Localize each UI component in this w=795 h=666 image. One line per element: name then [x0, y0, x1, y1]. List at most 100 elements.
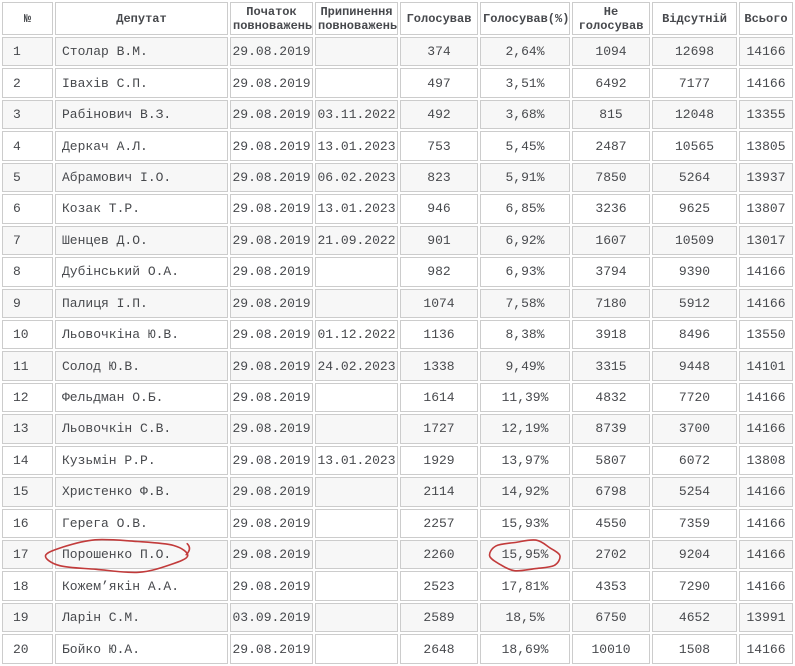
table-row: 20 Бойко Ю.А. 29.08.2019 2648 18,69% 10010 150…	[2, 634, 793, 664]
cell-total: 14166	[739, 257, 793, 287]
cell-end: 13.01.2023	[315, 445, 398, 476]
cell-total: 13550	[739, 319, 793, 350]
cell-num: 3	[2, 99, 53, 130]
cell-voted: 497	[400, 68, 478, 98]
cell-text: 497	[427, 75, 451, 91]
cell-num: 8	[2, 257, 53, 287]
cell-not_voted: 4550	[572, 508, 650, 538]
cell-text: Дубінський О.А.	[62, 264, 180, 280]
table-header-row: № Депутат Початок повноважень Припинення по…	[2, 2, 793, 35]
cell-total: 13991	[739, 602, 793, 633]
cell-total: 14166	[739, 508, 793, 538]
cell-text: Льовочкін С.В.	[62, 421, 172, 437]
cell-deputy: Івахів С.П.	[55, 68, 228, 98]
cell-total: 14101	[739, 351, 793, 381]
cell-end: 13.01.2023	[315, 131, 398, 161]
cell-total: 14166	[739, 37, 793, 67]
cell-text: 29.08.2019	[232, 578, 311, 594]
cell-text: 12698	[674, 44, 714, 60]
cell-text: 7	[13, 232, 21, 248]
cell-text: 1727	[423, 421, 455, 437]
cell-text: 2523	[423, 578, 455, 594]
table-row: 17 Порошенко П.О. 29.08.2019 2260 15,95% 2702…	[2, 540, 793, 570]
table-row: 16 Герега О.В. 29.08.2019 2257 15,93% 4550 735…	[2, 508, 793, 538]
cell-not_voted: 2702	[572, 540, 650, 570]
cell-text: 29.08.2019	[232, 44, 311, 60]
cell-text: Кожем’якін А.А.	[62, 578, 180, 594]
cell-text: 5912	[678, 295, 711, 311]
cell-total: 13808	[739, 445, 793, 476]
cell-text: 3	[13, 107, 21, 123]
cell-text: 03.11.2022	[317, 107, 396, 123]
cell-text: 6492	[595, 75, 627, 91]
cell-num: 6	[2, 194, 53, 224]
cell-text: 14101	[746, 358, 786, 374]
cell-text: 15	[13, 484, 29, 500]
cell-text: 14166	[746, 578, 786, 594]
cell-text: Солод Ю.В.	[62, 358, 141, 374]
cell-text: 13550	[746, 327, 786, 343]
cell-absent: 10565	[652, 131, 737, 161]
cell-text: 2,64%	[505, 44, 545, 60]
cell-text: 9390	[678, 264, 711, 280]
cell-not_voted: 5807	[572, 445, 650, 476]
cell-text: 13017	[746, 232, 786, 248]
cell-voted: 753	[400, 131, 478, 161]
cell-text: 374	[427, 44, 451, 60]
cell-text: 6750	[595, 610, 627, 626]
cell-start: 29.08.2019	[230, 351, 313, 381]
cell-text: 982	[427, 264, 451, 280]
cell-text: 13807	[746, 201, 786, 217]
cell-text: 14166	[746, 547, 786, 563]
table-row: 3 Рабінович В.З. 29.08.2019 03.11.2022 492 3,…	[2, 99, 793, 130]
table-row: 15 Христенко Ф.В. 29.08.2019 2114 14,92% 6798…	[2, 477, 793, 507]
cell-voted_pct: 15,93%	[480, 508, 570, 538]
cell-absent: 7177	[652, 68, 737, 98]
cell-text: 2487	[595, 138, 627, 154]
cell-not_voted: 3918	[572, 319, 650, 350]
cell-voted_pct: 3,68%	[480, 99, 570, 130]
cell-text: 4	[13, 138, 21, 154]
cell-text: 12048	[674, 107, 714, 123]
cell-not_voted: 3794	[572, 257, 650, 287]
cell-text: 2702	[595, 547, 627, 563]
cell-text: 946	[427, 201, 451, 217]
cell-text: 1094	[595, 44, 627, 60]
cell-end	[315, 68, 398, 98]
cell-start: 29.08.2019	[230, 37, 313, 67]
cell-text: 13808	[746, 452, 786, 468]
cell-text: 9625	[678, 201, 711, 217]
cell-not_voted: 4353	[572, 571, 650, 601]
cell-text: 4832	[595, 390, 627, 406]
cell-text: Фельдман О.Б.	[62, 390, 164, 406]
column-header-voted: Голосував	[400, 2, 478, 35]
cell-text: 2589	[423, 610, 455, 626]
cell-text: 3700	[678, 421, 711, 437]
cell-not_voted: 1607	[572, 225, 650, 256]
cell-absent: 9204	[652, 540, 737, 570]
cell-deputy: Фельдман О.Б.	[55, 382, 228, 413]
cell-total: 14166	[739, 288, 793, 318]
cell-num: 5	[2, 162, 53, 193]
cell-total: 14166	[739, 382, 793, 413]
cell-text: 29.08.2019	[232, 327, 311, 343]
cell-text: 12,19%	[501, 421, 549, 437]
cell-text: 29.08.2019	[232, 547, 311, 563]
table-row: 6 Козак Т.Р. 29.08.2019 13.01.2023 946 6,85% 3…	[2, 194, 793, 224]
cell-text: 8	[13, 264, 21, 280]
table-row: 2 Івахів С.П. 29.08.2019 497 3,51% 6492 7177 14…	[2, 68, 793, 98]
cell-start: 29.08.2019	[230, 68, 313, 98]
cell-voted: 374	[400, 37, 478, 67]
cell-text: 21.09.2022	[317, 232, 396, 248]
cell-text: 24.02.2023	[317, 358, 396, 374]
cell-num: 9	[2, 288, 53, 318]
cell-text: 13937	[746, 169, 786, 185]
cell-start: 29.08.2019	[230, 257, 313, 287]
cell-text: 13.01.2023	[317, 452, 396, 468]
cell-voted_pct: 14,92%	[480, 477, 570, 507]
cell-text: 13.01.2023	[317, 201, 396, 217]
cell-text: 5	[13, 169, 21, 185]
cell-deputy: Абрамович І.О.	[55, 162, 228, 193]
cell-text: Льовочкіна Ю.В.	[62, 327, 180, 343]
cell-not_voted: 6750	[572, 602, 650, 633]
